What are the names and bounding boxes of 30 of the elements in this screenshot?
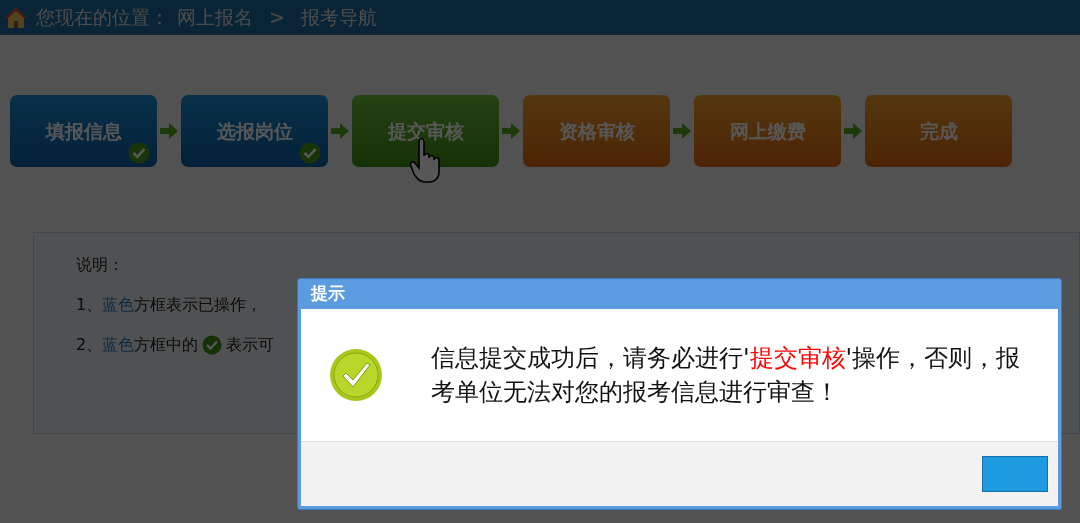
note-text: 方框表示已操作， bbox=[134, 294, 263, 316]
home-icon bbox=[4, 6, 28, 29]
breadcrumb-link[interactable]: 报考导航 bbox=[300, 3, 377, 32]
step-button[interactable]: 选报岗位 bbox=[181, 95, 328, 167]
arrow-icon bbox=[159, 121, 179, 141]
arrow-icon bbox=[330, 121, 350, 141]
dialog-message: 信息提交成功后，请务必进行'提交审核'操作，否则，报考单位无法对您的报考信息进行审查！ bbox=[431, 342, 1021, 408]
check-icon bbox=[299, 142, 321, 164]
breadcrumb-link[interactable]: 网上报名 bbox=[177, 3, 253, 32]
step-button[interactable]: 完成 bbox=[865, 95, 1012, 167]
arrow-icon bbox=[843, 121, 863, 141]
success-icon bbox=[329, 347, 383, 402]
highlight-text: 蓝色 bbox=[102, 294, 135, 316]
note-text: 方框中的 bbox=[134, 334, 199, 356]
note-text: 1、 bbox=[76, 294, 103, 316]
breadcrumb-separator: > bbox=[269, 5, 285, 31]
note-text: 2、 bbox=[76, 334, 103, 356]
highlight-text: 蓝色 bbox=[102, 334, 135, 356]
step-button[interactable]: 填报信息 bbox=[10, 95, 157, 167]
arrow-icon bbox=[501, 121, 521, 141]
arrow-icon bbox=[672, 121, 692, 141]
dialog-title: 提示 bbox=[309, 282, 346, 306]
note-text: 表示可 bbox=[226, 334, 275, 356]
check-icon bbox=[128, 142, 150, 164]
step-button[interactable]: 资格审核 bbox=[523, 95, 670, 167]
dialog-button[interactable] bbox=[982, 455, 1048, 492]
breadcrumb-label: 您现在的位置： bbox=[36, 5, 169, 31]
notes-title: 说明： bbox=[76, 254, 125, 276]
step-button[interactable]: 网上缴费 bbox=[694, 95, 841, 167]
check-icon bbox=[202, 335, 223, 355]
